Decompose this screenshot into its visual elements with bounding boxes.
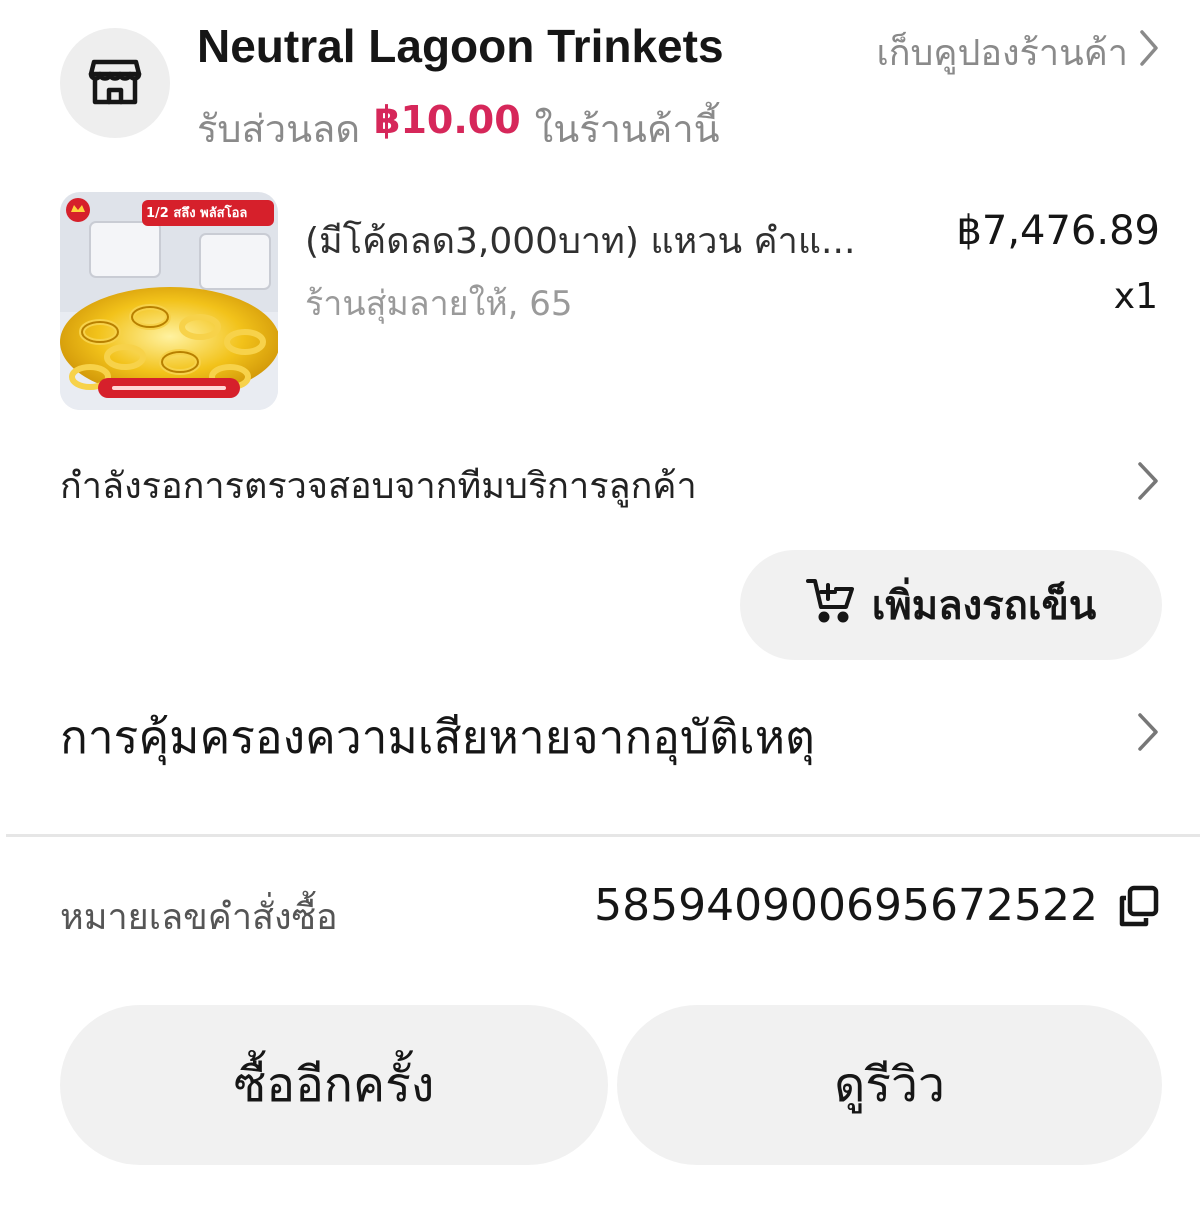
add-to-cart-button[interactable]: เพิ่มลงรถเข็น [740,550,1162,660]
collect-coupon-link[interactable]: เก็บคูปองร้านค้า [876,24,1160,81]
product-badge: 1/2 สลึง พลัสโอล [146,206,248,221]
coupon-label: เก็บคูปองร้านค้า [876,33,1128,74]
discount-amount: ฿10.00 [374,98,521,142]
shop-name[interactable]: Neutral Lagoon Trinkets [197,16,724,76]
copy-icon[interactable] [1116,884,1160,928]
order-number-label: หมายเลขคำสั่งซื้อ [60,897,338,938]
product-variant: ร้านสุ่มลายให้, 65 [305,284,573,324]
order-number-value: 585940900695672522 [594,880,1098,931]
discount-prefix: รับส่วนลด [197,107,361,151]
chevron-right-icon [1136,460,1160,511]
discount-suffix: ในร้านค้านี้ [534,107,720,151]
review-status-label: กำลังรอการตรวจสอบจากทีมบริการลูกค้า [60,465,697,507]
view-review-button[interactable]: ดูรีวิว [617,1005,1162,1165]
order-number: 585940900695672522 [594,880,1160,931]
store-icon [86,52,144,114]
protection-label: การคุ้มครองความเสียหายจากอุบัติเหตุ [60,709,815,764]
product-quantity: x1 [1113,276,1158,317]
chevron-right-icon [1136,710,1160,764]
accident-protection-row[interactable]: การคุ้มครองความเสียหายจากอุบัติเหตุ [60,702,1160,772]
add-to-cart-label: เพิ่มลงรถเข็น [871,583,1097,629]
shop-avatar[interactable] [60,28,170,138]
chevron-right-icon [1138,28,1160,77]
buy-again-button[interactable]: ซื้ออีกครั้ง [60,1005,608,1165]
product-thumbnail[interactable]: 1/2 สลึง พลัสโอล [60,192,278,410]
product-price: ฿7,476.89 [956,208,1160,254]
shop-discount-text: รับส่วนลด ฿10.00 ในร้านค้านี้ [197,98,720,159]
section-divider [6,834,1200,837]
review-status-row[interactable]: กำลังรอการตรวจสอบจากทีมบริการลูกค้า [60,455,1160,515]
product-title[interactable]: (มีโค้ดลด3,000บาท) แหวน คำแ... [305,212,925,269]
cart-plus-icon [805,577,856,633]
